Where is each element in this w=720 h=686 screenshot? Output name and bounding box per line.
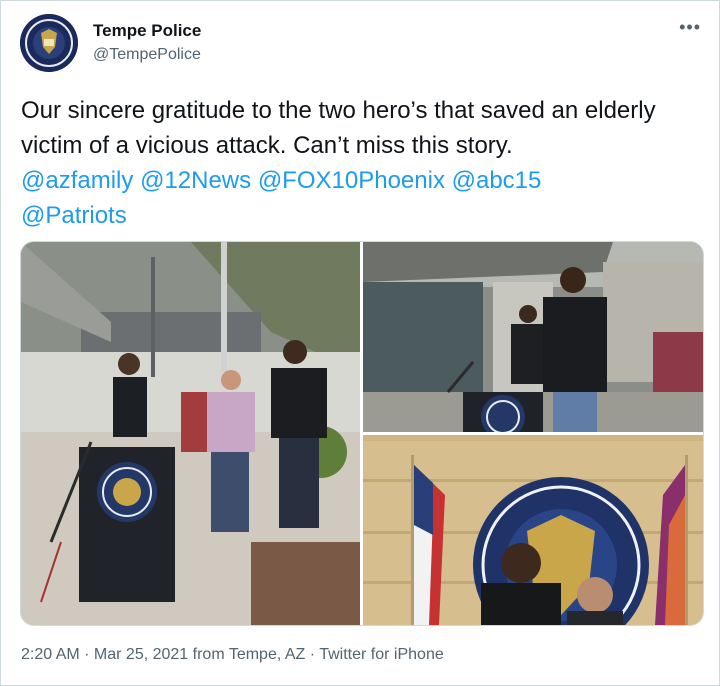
tweet-body: Our sincere gratitude to the two hero’s … <box>21 97 656 159</box>
more-options-icon[interactable]: ••• <box>679 17 701 38</box>
author-handle[interactable]: @TempePolice <box>93 46 201 64</box>
mention-azfamily[interactable]: @azfamily <box>21 167 133 194</box>
media-grid <box>20 241 704 626</box>
tweet-text: Our sincere gratitude to the two hero’s … <box>21 93 701 233</box>
mention-patriots[interactable]: @Patriots <box>21 202 127 229</box>
meta-separator: · <box>79 646 94 663</box>
police-badge-icon <box>20 14 78 72</box>
tweet-metadata: 2:20 AM · Mar 25, 2021 from Tempe, AZ · … <box>21 646 444 664</box>
meta-separator: · <box>305 646 320 663</box>
tweet-card: Tempe Police @TempePolice ••• Our sincer… <box>0 0 720 686</box>
tweet-location[interactable]: Tempe, AZ <box>229 646 305 663</box>
tweet-date[interactable]: Mar 25, 2021 <box>94 646 188 663</box>
tweet-time[interactable]: 2:20 AM <box>21 646 80 663</box>
photo-press-conference[interactable] <box>21 242 360 625</box>
mention-fox10phoenix[interactable]: @FOX10Phoenix <box>258 167 445 194</box>
meta-from-label: from <box>188 646 229 663</box>
tweet-client[interactable]: Twitter for iPhone <box>319 646 444 663</box>
avatar[interactable] <box>20 14 78 72</box>
photo-men-at-podium[interactable] <box>363 242 703 432</box>
mention-abc15[interactable]: @abc15 <box>452 167 542 194</box>
author-name[interactable]: Tempe Police <box>93 21 201 41</box>
mention-12news[interactable]: @12News <box>140 167 251 194</box>
photo-men-with-seal[interactable] <box>363 435 703 625</box>
